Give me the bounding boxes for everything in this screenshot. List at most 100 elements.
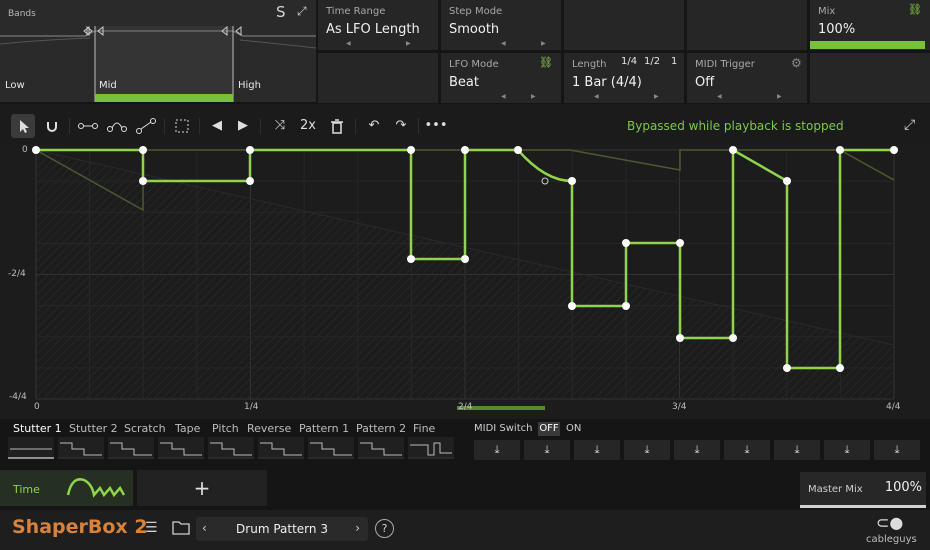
midi-trigger-prev-icon[interactable]: ◀ (717, 93, 722, 100)
download-preset-button[interactable]: ⤓ (624, 440, 670, 460)
time-module-tab[interactable]: Time (0, 470, 133, 506)
time-range-next-icon[interactable]: ▶ (406, 40, 411, 47)
midi-switch-on-button[interactable]: ON (566, 423, 581, 434)
gear-icon[interactable]: ⚙ (791, 56, 802, 70)
curve-point[interactable] (568, 302, 576, 310)
ramp-tool-button[interactable] (133, 114, 159, 138)
preset-thumbnail[interactable] (308, 437, 354, 459)
randomize-button[interactable]: ⤨ (268, 114, 292, 138)
speed-button[interactable]: 2x (296, 114, 320, 138)
curve-point[interactable] (676, 334, 684, 342)
redo-button[interactable]: ↷ (389, 114, 413, 138)
curve-point[interactable] (461, 255, 469, 263)
solo-button[interactable]: S (276, 3, 286, 21)
length-option-quarter[interactable]: 1/4 (621, 56, 637, 67)
preset-thumbnail[interactable] (158, 437, 204, 459)
undo-button[interactable]: ↶ (362, 114, 386, 138)
curve-point[interactable] (407, 146, 415, 154)
curve-point[interactable] (836, 364, 844, 372)
preset-thumbnail[interactable] (408, 437, 454, 459)
length-option-half[interactable]: 1/2 (644, 56, 660, 67)
snap-magnet-button[interactable] (40, 114, 64, 138)
pattern-next-icon[interactable]: › (355, 521, 360, 535)
curve-point[interactable] (139, 146, 147, 154)
curve-point[interactable] (783, 177, 791, 185)
curve-point[interactable] (676, 239, 684, 247)
midi-trigger-next-icon[interactable]: ▶ (777, 93, 782, 100)
preset-thumbnail[interactable] (258, 437, 304, 459)
preset-tab-fine[interactable]: Fine (413, 422, 435, 435)
preset-thumbnail[interactable] (358, 437, 404, 459)
preset-tab-pitch[interactable]: Pitch (212, 422, 239, 435)
band-high-label[interactable]: High (238, 80, 261, 91)
preset-tab-reverse[interactable]: Reverse (247, 422, 291, 435)
length-option-one[interactable]: 1 (671, 56, 677, 67)
preset-tab-pattern-1[interactable]: Pattern 1 (299, 422, 349, 435)
curve-point[interactable] (568, 177, 576, 185)
curve-point[interactable] (890, 146, 898, 154)
lfo-link-icon[interactable]: ⛓ (539, 56, 553, 69)
band-low-label[interactable]: Low (5, 80, 25, 91)
pointer-tool-button[interactable] (11, 114, 35, 138)
curve-point[interactable] (514, 146, 522, 154)
pattern-selector[interactable]: ‹ Drum Pattern 3 › (196, 517, 368, 541)
lfo-mode-prev-icon[interactable]: ◀ (501, 93, 506, 100)
curve-tool-button[interactable] (104, 114, 130, 138)
download-preset-button[interactable]: ⤓ (774, 440, 820, 460)
preset-tab-stutter-1[interactable]: Stutter 1 (13, 422, 62, 435)
curve-point[interactable] (461, 146, 469, 154)
preset-tab-tape[interactable]: Tape (175, 422, 200, 435)
download-preset-button[interactable]: ⤓ (824, 440, 870, 460)
length-prev-icon[interactable]: ◀ (594, 93, 599, 100)
line-tool-button[interactable] (75, 114, 101, 138)
curve-point[interactable] (729, 334, 737, 342)
download-preset-button[interactable]: ⤓ (674, 440, 720, 460)
preset-thumbnail[interactable] (58, 437, 104, 459)
preset-tab-scratch[interactable]: Scratch (124, 422, 166, 435)
lfo-mode-next-icon[interactable]: ▶ (531, 93, 536, 100)
download-preset-button[interactable]: ⤓ (724, 440, 770, 460)
curve-point[interactable] (246, 177, 254, 185)
preset-tab-stutter-2[interactable]: Stutter 2 (69, 422, 118, 435)
download-preset-button[interactable]: ⤓ (874, 440, 920, 460)
delete-button[interactable] (325, 114, 349, 138)
midi-trigger-control[interactable]: MIDI Trigger Off ⚙ ◀ ▶ (687, 53, 807, 103)
step-mode-control[interactable]: Step Mode Smooth ◀ ▶ (441, 0, 561, 50)
curve-point[interactable] (783, 364, 791, 372)
midi-switch-off-button[interactable]: OFF (538, 422, 560, 436)
curve-point[interactable] (139, 177, 147, 185)
fullscreen-icon[interactable]: ⤢ (904, 117, 915, 133)
help-button[interactable]: ? (375, 519, 394, 538)
curve-point[interactable] (622, 239, 630, 247)
curve-point[interactable] (246, 146, 254, 154)
step-mode-next-icon[interactable]: ▶ (541, 40, 546, 47)
download-preset-button[interactable]: ⤓ (474, 440, 520, 460)
folder-icon[interactable] (172, 519, 190, 539)
lfo-mode-control[interactable]: LFO Mode Beat ⛓ ◀ ▶ (441, 53, 561, 103)
menu-icon[interactable]: ☰ (145, 520, 158, 536)
master-mix-bar[interactable] (800, 505, 926, 508)
download-preset-button[interactable]: ⤓ (524, 440, 570, 460)
preset-thumbnail[interactable] (8, 437, 54, 459)
curve-point[interactable] (729, 146, 737, 154)
download-preset-button[interactable]: ⤓ (574, 440, 620, 460)
expand-icon[interactable]: ⤢ (297, 4, 307, 19)
step-mode-prev-icon[interactable]: ◀ (501, 40, 506, 47)
add-module-button[interactable]: + (137, 470, 267, 506)
curve-point[interactable] (836, 146, 844, 154)
shift-right-button[interactable]: ▶ (232, 114, 254, 138)
preset-thumbnail[interactable] (208, 437, 254, 459)
master-mix-control[interactable]: Master Mix 100% (800, 472, 926, 508)
band-mid-label[interactable]: Mid (99, 80, 117, 91)
select-area-button[interactable] (170, 114, 194, 138)
length-next-icon[interactable]: ▶ (654, 93, 659, 100)
shape-editor[interactable] (0, 144, 930, 419)
curve-point[interactable] (407, 255, 415, 263)
preset-thumbnail[interactable] (108, 437, 154, 459)
time-range-prev-icon[interactable]: ◀ (346, 40, 351, 47)
time-range-control[interactable]: Time Range As LFO Length ◀ ▶ (318, 0, 438, 50)
mix-level-bar[interactable] (810, 41, 925, 49)
band-crossover-graph[interactable] (0, 0, 316, 102)
curve-point[interactable] (32, 146, 40, 154)
link-icon[interactable]: ⛓ (908, 3, 922, 16)
